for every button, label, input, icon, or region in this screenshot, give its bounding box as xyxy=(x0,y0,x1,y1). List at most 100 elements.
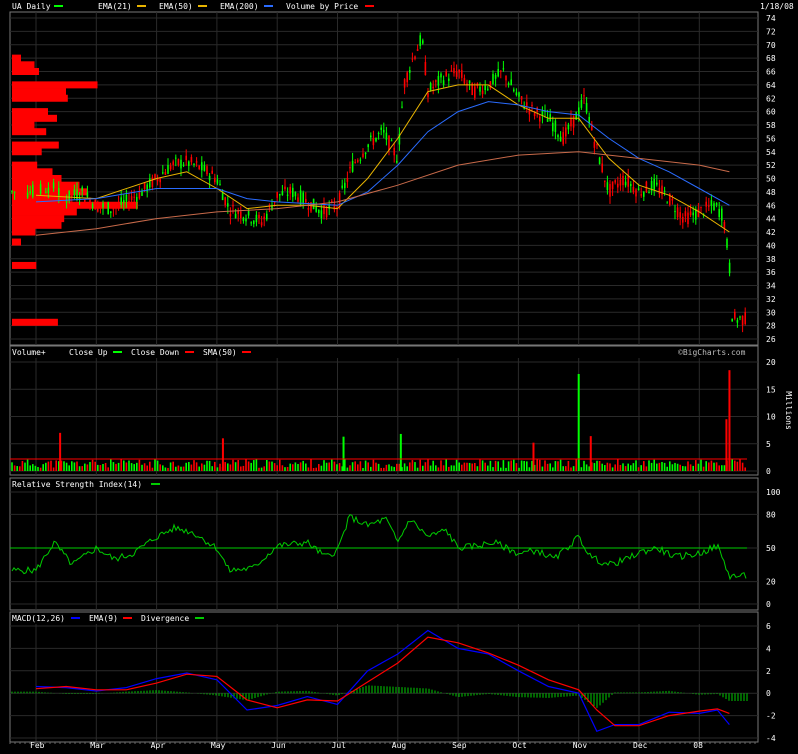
volume-bar xyxy=(292,464,294,471)
volume-by-price-bar xyxy=(12,94,68,102)
header-legend-label: EMA(50) xyxy=(159,2,193,11)
macd-legend-swatch xyxy=(123,617,132,619)
candle-body xyxy=(422,40,424,44)
candle-body xyxy=(138,190,141,199)
volume-bar xyxy=(372,459,375,471)
volume-bar xyxy=(500,467,502,471)
volume-bar xyxy=(91,459,94,471)
volume-bar xyxy=(448,466,450,471)
volume-bar xyxy=(453,465,455,471)
candle-body xyxy=(234,213,237,219)
volume-bar xyxy=(377,463,380,471)
volume-bar xyxy=(684,466,687,471)
volume-bar xyxy=(34,465,37,471)
candle-body xyxy=(721,208,723,221)
candle-body xyxy=(58,188,60,196)
candle-body xyxy=(526,102,528,106)
macd-y-tick: 0 xyxy=(766,689,771,698)
candle-body xyxy=(640,194,642,196)
candle-body xyxy=(159,177,161,183)
candle-body xyxy=(593,141,596,148)
volume-bar xyxy=(461,464,463,471)
candle-body xyxy=(242,217,245,222)
candle-body xyxy=(419,35,421,46)
volume-spike xyxy=(589,436,592,471)
candle-body xyxy=(141,191,143,196)
volume-bar xyxy=(167,467,169,471)
candle-body xyxy=(567,124,570,130)
candle-body xyxy=(341,185,343,188)
volume-by-price-bar xyxy=(12,261,37,269)
volume-legend-label: Close Down xyxy=(131,348,179,357)
volume-by-price-bar xyxy=(12,148,42,156)
volume-bar xyxy=(562,466,564,471)
macd-y-tick: 2 xyxy=(766,667,771,676)
volume-bar xyxy=(89,462,91,471)
volume-by-price-bar xyxy=(12,54,21,62)
volume-bar xyxy=(622,463,624,471)
volume-bar xyxy=(502,460,505,471)
candle-body xyxy=(253,220,255,224)
candle-body xyxy=(229,214,232,217)
volume-bar xyxy=(617,459,619,471)
candle-body xyxy=(708,205,710,207)
candle-body xyxy=(458,69,460,73)
price-y-tick: 40 xyxy=(766,241,776,250)
volume-bar xyxy=(175,466,177,471)
volume-by-price-bar xyxy=(12,114,57,122)
candle-body xyxy=(635,189,637,197)
volume-bar xyxy=(229,464,232,471)
candle-body xyxy=(351,160,354,172)
volume-bar xyxy=(112,462,115,471)
candle-body xyxy=(245,218,247,222)
month-label: Sep xyxy=(452,741,467,750)
volume-bar xyxy=(385,464,388,471)
price-y-tick: 28 xyxy=(766,322,776,331)
candle-body xyxy=(414,56,416,59)
volume-bar xyxy=(232,459,234,471)
volume-spike xyxy=(532,442,535,471)
volume-bar xyxy=(596,460,598,471)
candle-body xyxy=(32,184,34,197)
volume-bar xyxy=(289,463,291,471)
price-y-tick: 44 xyxy=(766,215,776,224)
candle-body xyxy=(676,207,679,218)
macd-y-tick: -2 xyxy=(766,712,776,721)
volume-spike xyxy=(577,373,580,471)
candle-body xyxy=(656,182,658,185)
volume-bar xyxy=(702,466,705,471)
volume-bar xyxy=(632,463,635,471)
candle-body xyxy=(442,80,445,85)
candle-body xyxy=(377,133,380,135)
candle-body xyxy=(320,210,323,219)
volume-bar xyxy=(26,459,29,471)
candle-body xyxy=(198,165,200,170)
candle-body xyxy=(494,75,497,79)
volume-bar xyxy=(302,460,304,471)
candle-body xyxy=(117,203,120,206)
candle-body xyxy=(409,70,411,73)
candle-body xyxy=(214,177,216,183)
volume-bar xyxy=(627,463,629,471)
volume-bar xyxy=(671,464,674,471)
candle-body xyxy=(281,191,284,196)
candle-body xyxy=(375,137,377,142)
volume-bar xyxy=(515,463,518,471)
volume-bar xyxy=(544,460,546,471)
volume-bar xyxy=(523,460,525,471)
volume-y-tick: 20 xyxy=(766,358,776,367)
candle-body xyxy=(624,181,627,186)
header-legend-label: Volume by Price xyxy=(286,2,358,11)
candle-body xyxy=(700,206,702,208)
candle-body xyxy=(203,164,206,171)
volume-bar xyxy=(16,466,18,471)
candle-body xyxy=(697,208,700,218)
volume-bar xyxy=(128,460,130,471)
candle-body xyxy=(557,134,559,138)
candle-body xyxy=(390,140,393,142)
candle-body xyxy=(502,68,505,70)
volume-bar xyxy=(624,466,627,471)
price-y-tick: 56 xyxy=(766,134,776,143)
candle-body xyxy=(185,155,187,161)
volume-bar xyxy=(336,464,338,471)
